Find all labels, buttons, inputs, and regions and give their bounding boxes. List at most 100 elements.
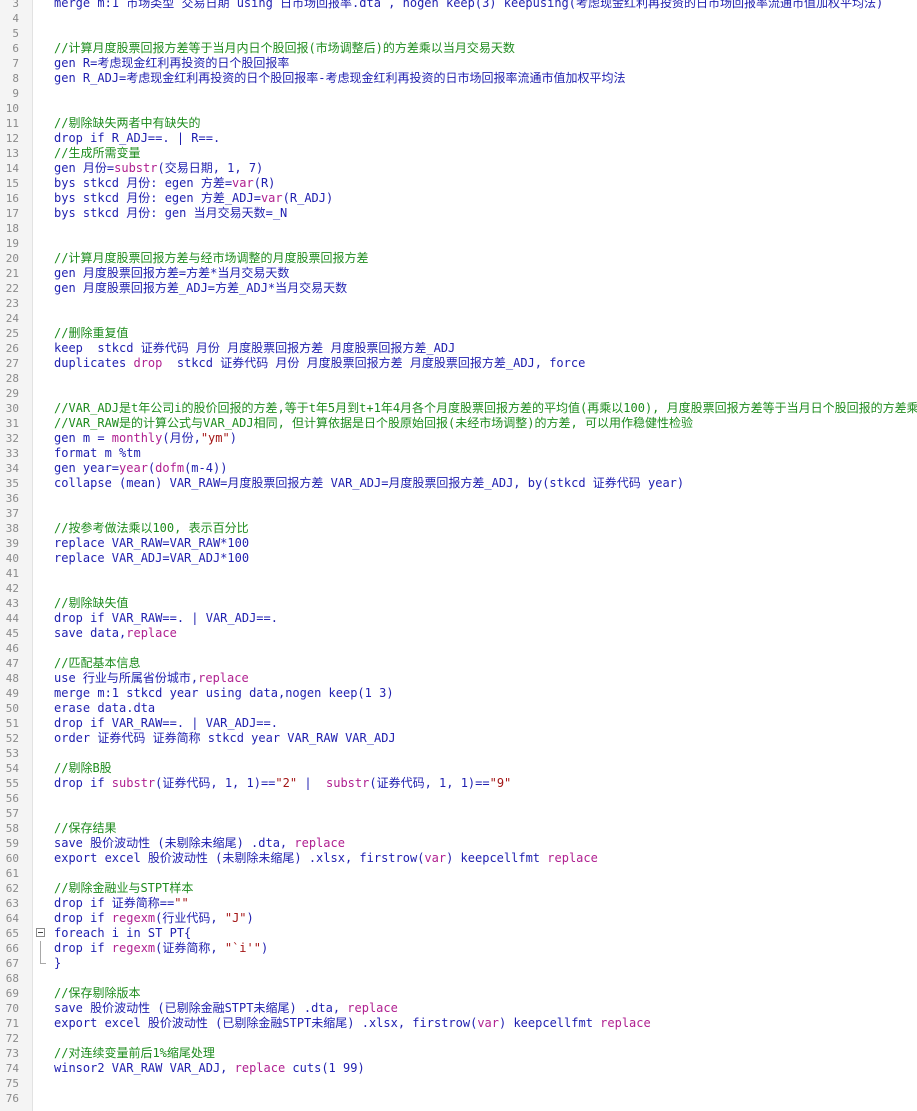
code-line[interactable]: 45 save data,replace (0, 626, 917, 641)
code-line[interactable]: 4 (0, 11, 917, 26)
code-line[interactable]: 59 save 股价波动性 (未剔除未缩尾) .dta, replace (0, 836, 917, 851)
code-line[interactable]: 27 duplicates drop stkcd 证券代码 月份 月度股票回报方差… (0, 356, 917, 371)
code-line[interactable]: 22 gen 月度股票回报方差_ADJ=方差_ADJ*当月交易天数 (0, 281, 917, 296)
code-line[interactable]: 74 winsor2 VAR_RAW VAR_ADJ, replace cuts(… (0, 1061, 917, 1076)
code-line[interactable]: 65 foreach i in ST PT{ (0, 926, 917, 941)
code-line[interactable]: 44 drop if VAR_RAW==. | VAR_ADJ==. (0, 611, 917, 626)
line-number: 6 (12, 42, 19, 55)
code-line[interactable]: 54 //剔除B股 (0, 761, 917, 776)
code-line[interactable]: 8 gen R_ADJ=考虑现金红利再投资的日个股回报率-考虑现金红利再投资的日市… (0, 71, 917, 86)
code-line[interactable]: 34 gen year=year(dofm(m-4)) (0, 461, 917, 476)
code-line[interactable]: 28 (0, 371, 917, 386)
code-line[interactable]: 69 //保存剔除版本 (0, 986, 917, 1001)
line-number: 62 (5, 882, 19, 895)
code-line[interactable]: 16 bys stkcd 月份: egen 方差_ADJ=var(R_ADJ) (0, 191, 917, 206)
code-text: gen R_ADJ=考虑现金红利再投资的日个股回报率-考虑现金红利再投资的日市场… (54, 71, 625, 86)
code-line[interactable]: 58 //保存结果 (0, 821, 917, 836)
code-line[interactable]: 35 collapse (mean) VAR_RAW=月度股票回报方差 VAR_A… (0, 476, 917, 491)
code-line[interactable]: 18 (0, 221, 917, 236)
code-line[interactable]: 37 (0, 506, 917, 521)
code-line[interactable]: 14 gen 月份=substr(交易日期, 1, 7) (0, 161, 917, 176)
code-line[interactable]: 41 (0, 566, 917, 581)
line-number: 54 (5, 762, 19, 775)
line-number: 59 (5, 837, 19, 850)
code-token: (交易日期, 1, 7) (157, 161, 264, 175)
line-number: 14 (5, 162, 19, 175)
code-line[interactable]: 12 drop if R_ADJ==. | R==. (0, 131, 917, 146)
code-line[interactable]: 76 (0, 1091, 917, 1106)
code-text: save data,replace (54, 626, 177, 641)
code-line[interactable]: 57 (0, 806, 917, 821)
code-line[interactable]: 36 (0, 491, 917, 506)
code-line[interactable]: 7 gen R=考虑现金红利再投资的日个股回报率 (0, 56, 917, 71)
code-line[interactable]: 55 drop if substr(证券代码, 1, 1)=="2" | subs… (0, 776, 917, 791)
code-line[interactable]: 32 gen m = monthly(月份,"ym") (0, 431, 917, 446)
code-line[interactable]: 64 drop if regexm(行业代码, "J") (0, 911, 917, 926)
code-line[interactable]: 63 drop if 证券简称=="" (0, 896, 917, 911)
code-line[interactable]: 40 replace VAR_ADJ=VAR_ADJ*100 (0, 551, 917, 566)
code-line[interactable]: 19 (0, 236, 917, 251)
code-line[interactable]: 46 (0, 641, 917, 656)
code-line[interactable]: 56 (0, 791, 917, 806)
code-line[interactable]: 23 (0, 296, 917, 311)
code-line[interactable]: 30 //VAR_ADJ是t年公司i的股价回报的方差,等于t年5月到t+1年4月各… (0, 401, 917, 416)
line-number: 5 (12, 27, 19, 40)
line-number: 3 (12, 0, 19, 10)
code-line[interactable]: 51 drop if VAR_RAW==. | VAR_ADJ==. (0, 716, 917, 731)
code-line[interactable]: 13 //生成所需变量 (0, 146, 917, 161)
code-line[interactable]: 29 (0, 386, 917, 401)
code-line[interactable]: 72 (0, 1031, 917, 1046)
code-function: var (424, 851, 447, 865)
code-line[interactable]: 15 bys stkcd 月份: egen 方差=var(R) (0, 176, 917, 191)
code-line[interactable]: 62 //剔除金融业与STPT样本 (0, 881, 917, 896)
fold-guide-line (40, 941, 41, 956)
code-line[interactable]: 24 (0, 311, 917, 326)
code-line[interactable]: 71 export excel 股价波动性 (已剔除金融STPT未缩尾) .xls… (0, 1016, 917, 1031)
code-token: drop if (54, 776, 112, 790)
code-line[interactable]: 49 merge m:1 stkcd year using data,nogen … (0, 686, 917, 701)
code-comment: //生成所需变量 (54, 146, 141, 160)
code-text: //剔除缺失两者中有缺失的 (54, 116, 200, 131)
code-line[interactable]: 33 format m %tm (0, 446, 917, 461)
code-line[interactable]: 17 bys stkcd 月份: gen 当月交易天数=_N (0, 206, 917, 221)
code-text: //计算月度股票回报方差与经市场调整的月度股票回报方差 (54, 251, 368, 266)
fold-collapse-icon[interactable] (36, 928, 45, 937)
line-number: 31 (5, 417, 19, 430)
code-line[interactable]: 50 erase data.dta (0, 701, 917, 716)
code-line[interactable]: 75 (0, 1076, 917, 1091)
code-text: bys stkcd 月份: egen 方差=var(R) (54, 176, 275, 191)
code-line[interactable]: 60 export excel 股价波动性 (未剔除未缩尾) .xlsx, fir… (0, 851, 917, 866)
code-line[interactable]: 21 gen 月度股票回报方差=方差*当月交易天数 (0, 266, 917, 281)
code-line[interactable]: 20 //计算月度股票回报方差与经市场调整的月度股票回报方差 (0, 251, 917, 266)
line-number: 36 (5, 492, 19, 505)
code-line[interactable]: 61 (0, 866, 917, 881)
code-lines[interactable]: 3 merge m:1 市场类型 交易日期 using 日市场回报率.dta , … (0, 0, 917, 1106)
code-line[interactable]: 67} (0, 956, 917, 971)
code-line[interactable]: 9 (0, 86, 917, 101)
code-line[interactable]: 3 merge m:1 市场类型 交易日期 using 日市场回报率.dta , … (0, 0, 917, 11)
line-number: 41 (5, 567, 19, 580)
code-line[interactable]: 68 (0, 971, 917, 986)
code-line[interactable]: 70 save 股价波动性 (已剔除金融STPT未缩尾) .dta, replac… (0, 1001, 917, 1016)
code-line[interactable]: 6 //计算月度股票回报方差等于当月内日个股回报(市场调整后)的方差乘以当月交易天… (0, 41, 917, 56)
code-line[interactable]: 48 use 行业与所属省份城市,replace (0, 671, 917, 686)
code-line[interactable]: 38 //按参考做法乘以100, 表示百分比 (0, 521, 917, 536)
line-number: 42 (5, 582, 19, 595)
code-line[interactable]: 47 //匹配基本信息 (0, 656, 917, 671)
code-line[interactable]: 5 (0, 26, 917, 41)
code-line[interactable]: 43 //剔除缺失值 (0, 596, 917, 611)
code-line[interactable]: 11 //剔除缺失两者中有缺失的 (0, 116, 917, 131)
code-line[interactable]: 31 //VAR_RAW是的计算公式与VAR_ADJ相同, 但计算依据是日个股原始… (0, 416, 917, 431)
code-line[interactable]: 10 (0, 101, 917, 116)
code-line[interactable]: 66 drop if regexm(证券简称, "`i'") (0, 941, 917, 956)
code-line[interactable]: 73 //对连续变量前后1%缩尾处理 (0, 1046, 917, 1061)
code-line[interactable]: 25 //删除重复值 (0, 326, 917, 341)
code-line[interactable]: 39 replace VAR_RAW=VAR_RAW*100 (0, 536, 917, 551)
code-line[interactable]: 52 order 证券代码 证券简称 stkcd year VAR_RAW VAR… (0, 731, 917, 746)
code-editor[interactable]: 3 merge m:1 市场类型 交易日期 using 日市场回报率.dta , … (0, 0, 917, 1111)
code-line[interactable]: 53 (0, 746, 917, 761)
code-text: //保存剔除版本 (54, 986, 140, 1001)
code-line[interactable]: 42 (0, 581, 917, 596)
code-line[interactable]: 26 keep stkcd 证券代码 月份 月度股票回报方差 月度股票回报方差_A… (0, 341, 917, 356)
code-string: "J" (224, 911, 247, 925)
